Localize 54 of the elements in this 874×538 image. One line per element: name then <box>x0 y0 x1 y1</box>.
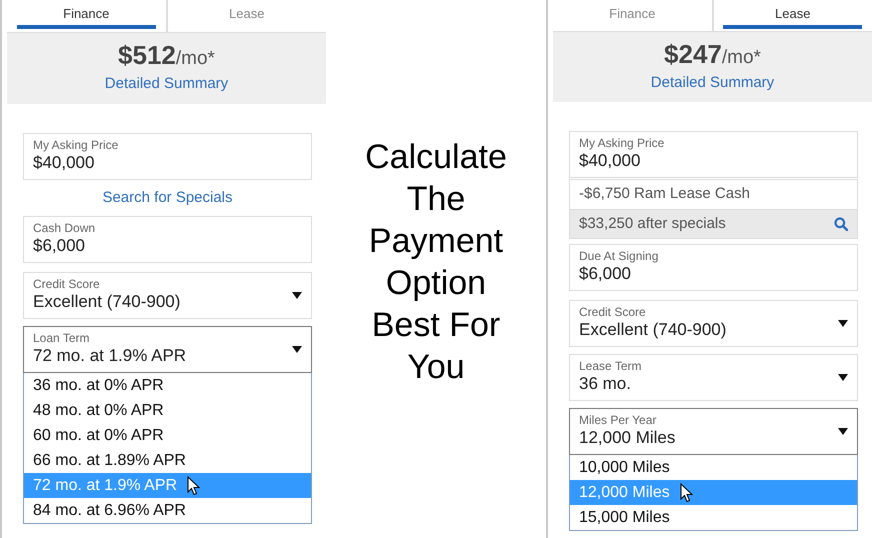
tab[interactable]: Lease <box>712 0 872 32</box>
field-value: 12,000 Miles <box>579 427 676 449</box>
dropdown-option[interactable]: 66 mo. at 1.89% APR <box>24 448 311 473</box>
monthly-payment: $512/mo* <box>118 40 215 72</box>
tab[interactable]: Finance <box>7 0 166 33</box>
field-label: Cash Down <box>33 221 96 235</box>
dropdown-option[interactable]: 60 mo. at 0% APR <box>24 423 311 448</box>
field-value: $6,000 <box>579 263 632 285</box>
field-label: Credit Score <box>33 277 101 291</box>
field-label: Lease Term <box>579 359 642 373</box>
field-label: Miles Per Year <box>579 413 658 427</box>
input-field[interactable]: Due At Signing $6,000 <box>569 244 858 291</box>
after-specials-field[interactable]: $33,250 after specials <box>569 209 858 239</box>
input-field[interactable]: My Asking Price $40,000 <box>569 131 858 178</box>
specials-link[interactable]: Search for Specials <box>102 189 233 207</box>
field-label: My Asking Price <box>579 136 666 150</box>
select-field[interactable]: Miles Per Year 12,000 Miles <box>569 408 858 455</box>
dropdown-caret-icon <box>838 320 848 326</box>
dropdown-option[interactable]: 15,000 Miles <box>570 505 857 530</box>
field-label: My Asking Price <box>33 138 120 152</box>
dropdown-option[interactable]: 36 mo. at 0% APR <box>24 373 311 398</box>
select-field[interactable]: Credit Score Excellent (740-900) <box>569 300 858 347</box>
mouse-cursor-icon <box>680 482 693 502</box>
field-value: Excellent (740-900) <box>579 319 726 341</box>
monthly-payment: $247/mo* <box>664 39 761 72</box>
incentive-row: -$6,750 Ram Lease Cash <box>569 179 858 209</box>
select-field[interactable]: Lease Term 36 mo. <box>569 354 858 401</box>
dropdown-caret-icon <box>292 292 302 298</box>
dropdown-caret-icon <box>292 346 302 352</box>
field-label: Credit Score <box>579 305 647 319</box>
field-value: $40,000 <box>33 152 96 174</box>
field-label: Due At Signing <box>579 249 660 263</box>
mouse-cursor-icon <box>187 476 200 496</box>
field-value: Excellent (740-900) <box>33 291 180 313</box>
headline: Calculate The Payment Option Best For You <box>365 137 507 388</box>
dropdown-caret-icon <box>838 428 848 434</box>
summary-link[interactable]: Detailed Summary <box>650 74 774 92</box>
search-icon <box>834 217 848 231</box>
input-field[interactable]: Cash Down $6,000 <box>23 216 312 263</box>
dropdown-option[interactable]: 10,000 Miles <box>570 455 857 480</box>
field-value: 72 mo. at 1.9% APR <box>33 345 186 367</box>
tab[interactable]: Finance <box>553 0 712 32</box>
field-value: $6,000 <box>33 235 86 257</box>
input-field[interactable]: My Asking Price $40,000 <box>23 133 312 180</box>
field-value: $40,000 <box>579 150 642 172</box>
select-field[interactable]: Loan Term 72 mo. at 1.9% APR <box>23 326 312 373</box>
dropdown-caret-icon <box>838 374 848 380</box>
field-label: Loan Term <box>33 331 90 345</box>
dropdown-option[interactable]: 48 mo. at 0% APR <box>24 398 311 423</box>
summary-link[interactable]: Detailed Summary <box>104 75 228 93</box>
dropdown-option[interactable]: 84 mo. at 6.96% APR <box>24 498 311 523</box>
select-field[interactable]: Credit Score Excellent (740-900) <box>23 272 312 319</box>
field-value: 36 mo. <box>579 373 632 395</box>
tab[interactable]: Lease <box>166 0 326 33</box>
